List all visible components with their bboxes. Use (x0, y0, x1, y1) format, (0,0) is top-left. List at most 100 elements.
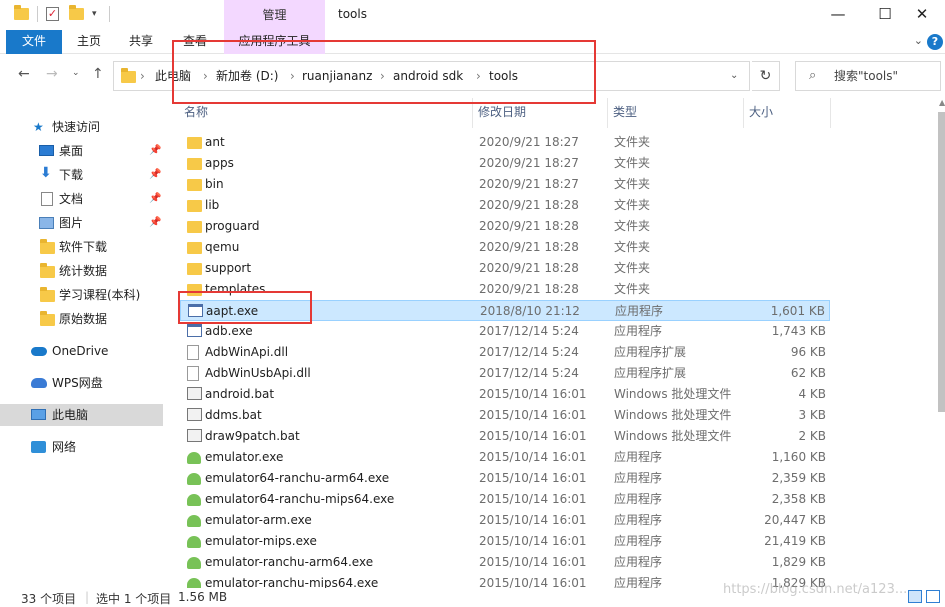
file-row[interactable]: lib 2020/9/21 18:28 文件夹 (180, 195, 830, 216)
breadcrumb-ruanjiananz[interactable]: ruanjiananz (302, 62, 372, 90)
refresh-icon[interactable]: ↻ (752, 61, 780, 91)
file-name: bin (205, 177, 224, 191)
nav-item-statistics[interactable]: 统计数据 (0, 260, 163, 282)
file-row[interactable]: adb.exe 2017/12/14 5:24 应用程序 1,743 KB (180, 321, 830, 342)
forward-arrow-icon[interactable]: → (46, 66, 58, 82)
file-date: 2015/10/14 16:01 (479, 408, 587, 422)
file-row[interactable]: emulator64-ranchu-mips64.exe 2015/10/14 1… (180, 489, 830, 510)
search-input[interactable] (834, 66, 934, 86)
exe-file-icon (188, 304, 203, 317)
address-bar[interactable]: › 此电脑 › 新加卷 (D:) › ruanjiananz › android… (113, 61, 750, 91)
breadcrumb-drive[interactable]: 新加卷 (D:) (216, 62, 278, 90)
nav-item-pictures[interactable]: 图片 📌 (0, 212, 163, 234)
nav-network[interactable]: 网络 (0, 436, 163, 458)
new-folder-icon[interactable] (69, 5, 84, 20)
file-row[interactable]: proguard 2020/9/21 18:28 文件夹 (180, 216, 830, 237)
tab-share[interactable]: 共享 (118, 30, 164, 54)
close-icon[interactable]: ✕ (899, 0, 945, 30)
file-row[interactable]: emulator64-ranchu-arm64.exe 2015/10/14 16… (180, 468, 830, 489)
up-arrow-icon[interactable]: ↑ (92, 66, 104, 82)
folder-icon[interactable] (14, 5, 29, 20)
file-type: Windows 批处理文件 (614, 408, 732, 422)
properties-check-icon[interactable]: ✓ (46, 7, 59, 21)
file-row[interactable]: AdbWinApi.dll 2017/12/14 5:24 应用程序扩展 96 KB (180, 342, 830, 363)
nav-item-documents[interactable]: 文档 📌 (0, 188, 163, 210)
file-row[interactable]: emulator-mips.exe 2015/10/14 16:01 应用程序 21,… (180, 531, 830, 552)
large-icons-view-icon[interactable] (926, 590, 940, 603)
file-name: emulator64-ranchu-mips64.exe (205, 492, 395, 506)
column-header-type[interactable]: 类型 (609, 98, 744, 128)
folder-file-icon (187, 179, 202, 191)
nav-item-desktop[interactable]: 桌面 📌 (0, 140, 163, 162)
back-arrow-icon[interactable]: ← (18, 66, 30, 82)
file-type: 应用程序 (614, 492, 663, 506)
nav-item-courses[interactable]: 学习课程(本科) (0, 284, 163, 306)
file-type: 应用程序扩展 (614, 366, 687, 380)
toolbar-divider (108, 6, 110, 22)
nav-item-software-downloads[interactable]: 软件下载 (0, 236, 163, 258)
nav-wps-drive[interactable]: WPS网盘 (0, 372, 163, 394)
file-row[interactable]: draw9patch.bat 2015/10/14 16:01 Windows 批处… (180, 426, 830, 447)
computer-icon (31, 409, 46, 420)
breadcrumb-tools[interactable]: tools (489, 62, 518, 90)
status-divider: | (85, 590, 90, 604)
file-row[interactable]: templates 2020/9/21 18:28 文件夹 (180, 279, 830, 300)
pin-icon: 📌 (149, 193, 162, 204)
search-box[interactable]: ⌕ (795, 61, 941, 91)
column-header-size[interactable]: 大小 (745, 98, 831, 128)
column-header-date[interactable]: 修改日期 (474, 98, 608, 128)
column-header-name[interactable]: 名称 (180, 98, 473, 128)
file-row[interactable]: ddms.bat 2015/10/14 16:01 Windows 批处理文件 3 K… (180, 405, 830, 426)
nav-quick-access[interactable]: ★ 快速访问 (0, 116, 163, 138)
recent-locations-chevron-icon[interactable]: ⌄ (72, 68, 80, 78)
address-history-chevron-icon[interactable]: ⌄ (730, 62, 738, 90)
expand-ribbon-chevron-icon[interactable]: ⌄ (914, 34, 923, 47)
tab-app-tools[interactable]: 应用程序工具 (224, 30, 325, 54)
file-date: 2015/10/14 16:01 (479, 471, 587, 485)
breadcrumb-android-sdk[interactable]: android sdk (393, 62, 463, 90)
file-name: lib (205, 198, 220, 212)
file-row[interactable]: bin 2020/9/21 18:27 文件夹 (180, 174, 830, 195)
scroll-up-arrow-icon[interactable]: ▲ (939, 98, 945, 107)
breadcrumb-this-pc[interactable]: 此电脑 (155, 62, 191, 90)
file-row[interactable]: AdbWinUsbApi.dll 2017/12/14 5:24 应用程序扩展 62 … (180, 363, 830, 384)
file-type: Windows 批处理文件 (614, 387, 732, 401)
file-row[interactable]: support 2020/9/21 18:28 文件夹 (180, 258, 830, 279)
manage-context-tab[interactable]: 管理 (224, 0, 325, 30)
wps-cloud-icon (31, 378, 47, 388)
file-size: 96 KB (790, 345, 826, 359)
file-date: 2020/9/21 18:28 (479, 198, 579, 212)
file-row[interactable]: ant 2020/9/21 18:27 文件夹 (180, 132, 830, 153)
file-date: 2017/12/14 5:24 (479, 345, 579, 359)
file-name: AdbWinUsbApi.dll (205, 366, 311, 380)
nav-onedrive[interactable]: OneDrive (0, 340, 163, 362)
file-row[interactable]: aapt.exe 2018/8/10 21:12 应用程序 1,601 KB (180, 300, 830, 321)
vertical-scrollbar-thumb[interactable] (938, 112, 945, 412)
file-row[interactable]: apps 2020/9/21 18:27 文件夹 (180, 153, 830, 174)
minimize-icon[interactable]: — (815, 0, 861, 30)
file-size: 1,601 KB (770, 304, 825, 318)
file-row[interactable]: android.bat 2015/10/14 16:01 Windows 批处理文件… (180, 384, 830, 405)
file-row[interactable]: qemu 2020/9/21 18:28 文件夹 (180, 237, 830, 258)
tab-view[interactable]: 查看 (172, 30, 218, 54)
folder-icon (40, 311, 55, 326)
file-date: 2015/10/14 16:01 (479, 387, 587, 401)
folder-file-icon (187, 242, 202, 254)
tab-home[interactable]: 主页 (66, 30, 112, 54)
details-view-icon[interactable] (908, 590, 922, 603)
nav-item-downloads[interactable]: ⬇ 下载 📌 (0, 164, 163, 186)
nav-item-raw-data[interactable]: 原始数据 (0, 308, 163, 330)
file-type: 文件夹 (614, 240, 651, 254)
file-row[interactable]: emulator-arm.exe 2015/10/14 16:01 应用程序 20,4… (180, 510, 830, 531)
navigation-pane: ★ 快速访问 桌面 📌 ⬇ 下载 📌 文档 📌 图片 📌 软件下载 统计数据 学… (0, 98, 166, 588)
document-icon (41, 192, 53, 206)
customize-toolbar-chevron-icon[interactable]: ▾ (92, 9, 97, 19)
file-name: AdbWinApi.dll (205, 345, 289, 359)
file-row[interactable]: emulator-ranchu-arm64.exe 2015/10/14 16:0… (180, 552, 830, 573)
file-row[interactable]: emulator.exe 2015/10/14 16:01 应用程序 1,160 KB (180, 447, 830, 468)
tab-file[interactable]: 文件 (6, 30, 62, 54)
help-icon[interactable]: ? (927, 34, 943, 50)
nav-this-pc[interactable]: 此电脑 (0, 404, 163, 426)
file-type: Windows 批处理文件 (614, 429, 732, 443)
file-date: 2020/9/21 18:28 (479, 282, 579, 296)
